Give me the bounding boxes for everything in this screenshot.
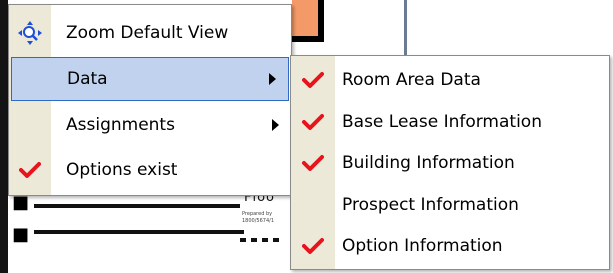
submenu-item-building-information[interactable]: Building Information	[291, 142, 609, 184]
menu-item-label: Data	[67, 69, 108, 89]
submenu-arrow-icon	[269, 73, 276, 85]
menu-item-data[interactable]: Data	[11, 57, 289, 101]
menu-item-label: Assignments	[66, 115, 175, 135]
orange-room-shape	[292, 0, 324, 42]
menu-item-label: Prospect Information	[342, 195, 519, 215]
doc-dashed-line	[240, 238, 284, 242]
checkmark-icon	[291, 142, 335, 184]
doc-small-text: Prepared by 1800/5674/1	[242, 211, 274, 224]
data-submenu: Room Area Data Base Lease Information Bu…	[290, 55, 610, 270]
drawing-wall-line	[404, 0, 407, 60]
menu-item-label: Options exist	[66, 160, 178, 180]
submenu-item-room-area-data[interactable]: Room Area Data	[291, 59, 609, 101]
checkmark-icon	[9, 148, 51, 192]
doc-rule-line	[34, 204, 240, 208]
checkmark-icon	[291, 225, 335, 267]
menu-item-label: Option Information	[342, 236, 503, 256]
context-menu: Zoom Default View Data Assignments Optio…	[8, 4, 292, 196]
submenu-arrow-icon	[272, 119, 279, 131]
zoom-view-icon	[9, 11, 51, 55]
menu-item-assignments[interactable]: Assignments	[9, 103, 291, 147]
menu-item-label: Zoom Default View	[66, 23, 229, 43]
menu-item-zoom-default-view[interactable]: Zoom Default View	[9, 11, 291, 55]
submenu-item-base-lease-information[interactable]: Base Lease Information	[291, 101, 609, 143]
checkmark-icon	[291, 101, 335, 143]
doc-rule-line	[34, 230, 244, 234]
menu-item-options-exist[interactable]: Options exist	[9, 148, 291, 192]
checkmark-icon	[291, 59, 335, 101]
menu-item-label: Building Information	[342, 153, 515, 173]
menu-item-label: Room Area Data	[342, 70, 481, 90]
doc-black-glyph: ■	[12, 224, 30, 245]
submenu-item-prospect-information[interactable]: Prospect Information	[291, 184, 609, 226]
submenu-item-option-information[interactable]: Option Information	[291, 225, 609, 267]
canvas-dark-edge	[0, 0, 8, 273]
menu-item-label: Base Lease Information	[342, 112, 542, 132]
